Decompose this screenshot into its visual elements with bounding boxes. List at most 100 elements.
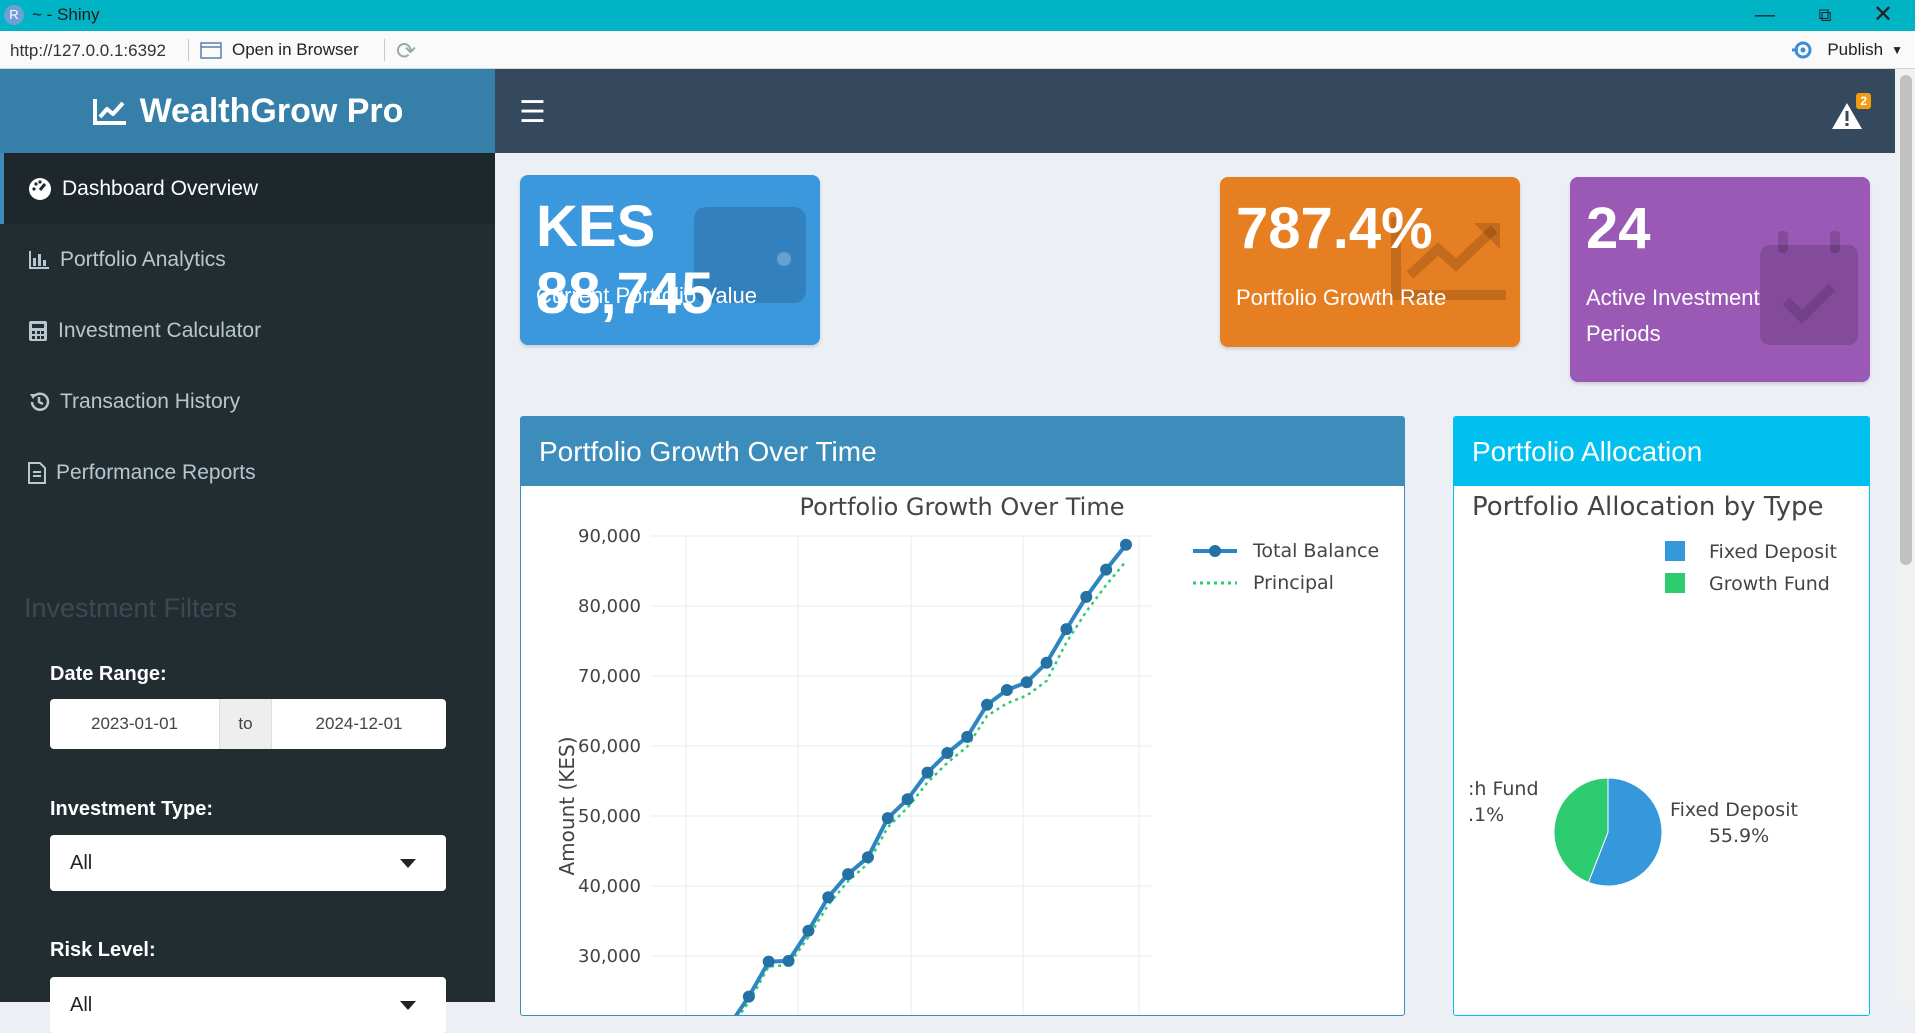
data-point: [1020, 676, 1033, 689]
sidebar-item-performance-reports[interactable]: Performance Reports: [0, 437, 495, 508]
data-point: [1120, 538, 1132, 551]
y-tick-label: 60,000: [578, 736, 641, 757]
sidebar: Dashboard Overview Portfolio Analytics I…: [0, 153, 495, 1033]
date-range-label: Date Range:: [50, 663, 167, 685]
publish-button[interactable]: Publish ▼: [1791, 40, 1903, 60]
filters-heading: Investment Filters: [24, 593, 238, 623]
window-titlebar: R ~ - Shiny — ⧉ ✕: [0, 0, 1915, 31]
page-scrollbar[interactable]: [1897, 69, 1915, 1002]
legend-label: Fixed Deposit: [1709, 541, 1837, 563]
legend-swatch: [1665, 541, 1685, 561]
value-box-value: 787.4%: [1236, 196, 1433, 261]
data-point: [861, 851, 874, 864]
data-point: [762, 955, 775, 968]
slice-percent: .1%: [1468, 804, 1504, 826]
top-navbar: ☰ 2: [495, 69, 1895, 153]
value-box-growth-rate: 787.4% Portfolio Growth Rate: [1220, 177, 1520, 347]
legend-label-principal: Principal: [1253, 572, 1334, 594]
sidebar-item-investment-calculator[interactable]: Investment Calculator: [0, 295, 495, 366]
browser-icon: [200, 42, 222, 59]
data-point: [802, 924, 815, 937]
sidebar-item-portfolio-analytics[interactable]: Portfolio Analytics: [0, 224, 495, 295]
dashboard-icon: [29, 177, 51, 200]
slice-label: Fixed Deposit: [1670, 799, 1798, 821]
investment-type-select[interactable]: All: [50, 835, 446, 891]
toolbar-divider: [188, 39, 189, 61]
sidebar-toggle-icon[interactable]: ☰: [519, 95, 546, 130]
date-range-separator: to: [220, 699, 272, 749]
value-box-portfolio-value: KES 88,745 Current Portfolio Value: [520, 175, 820, 345]
r-logo-icon: R: [4, 5, 24, 25]
value-box-subtitle-line2: Periods: [1586, 321, 1661, 346]
y-tick-label: 40,000: [578, 876, 641, 897]
data-point: [1060, 623, 1073, 636]
data-point: [742, 990, 755, 1003]
data-point: [941, 747, 954, 759]
y-tick-label: 70,000: [578, 666, 641, 687]
publish-icon: [1792, 41, 1812, 59]
data-point: [881, 812, 894, 825]
refresh-icon[interactable]: ⟳: [396, 37, 416, 66]
url-text[interactable]: http://127.0.0.1:6392: [10, 41, 166, 61]
value-box-value: 24: [1586, 196, 1651, 261]
minimize-icon[interactable]: —: [1745, 2, 1785, 28]
window-title: ~ - Shiny: [32, 5, 100, 24]
toolbar-divider: [384, 39, 385, 61]
slice-label: :h Fund: [1468, 778, 1539, 800]
growth-line-chart[interactable]: Portfolio Growth Over Time 90,000 80,000 70…: [521, 486, 1404, 1016]
risk-level-label: Risk Level:: [50, 939, 156, 961]
publish-dropdown-icon[interactable]: ▼: [1891, 43, 1903, 57]
investment-type-label: Investment Type:: [50, 798, 213, 820]
legend-label-total-balance: Total Balance: [1252, 540, 1379, 562]
line-chart-icon: [92, 99, 126, 125]
sidebar-item-transaction-history[interactable]: Transaction History: [0, 366, 495, 437]
document-icon: [28, 461, 46, 484]
value-box-active-periods: 24 Active Investment Periods: [1570, 177, 1870, 382]
open-in-browser-label: Open in Browser: [232, 40, 359, 59]
sidebar-item-label: Dashboard Overview: [62, 176, 259, 200]
allocation-pie-chart[interactable]: Portfolio Allocation by Type Fixed Deposi…: [1454, 486, 1869, 1016]
data-point: [901, 793, 914, 806]
risk-level-select[interactable]: All: [50, 977, 446, 1033]
brand-title: WealthGrow Pro: [139, 91, 404, 130]
data-point: [981, 698, 994, 711]
value-box-subtitle: Portfolio Growth Rate: [1236, 285, 1447, 310]
sidebar-item-dashboard-overview[interactable]: Dashboard Overview: [0, 153, 495, 224]
restore-icon[interactable]: ⧉: [1805, 2, 1845, 28]
main-content: KES 88,745 Current Portfolio Value 787.4…: [495, 153, 1895, 1016]
data-point: [1000, 684, 1013, 696]
notification-badge: 2: [1856, 93, 1871, 109]
calendar-check-icon: [1760, 231, 1858, 345]
bar-chart-icon: [29, 250, 49, 269]
sidebar-item-label: Performance Reports: [56, 460, 256, 484]
data-point: [1100, 563, 1113, 576]
investment-type-value: All: [70, 851, 93, 874]
allocation-box-header: Portfolio Allocation: [1454, 417, 1869, 486]
date-start-input[interactable]: 2023-01-01: [50, 699, 220, 749]
allocation-chart-box: Portfolio Allocation Portfolio Allocatio…: [1453, 416, 1870, 1016]
date-range-input: 2023-01-01 to 2024-12-01: [50, 699, 446, 749]
scrollbar-thumb[interactable]: [1900, 75, 1912, 565]
sidebar-item-label: Transaction History: [60, 389, 241, 413]
close-icon[interactable]: ✕: [1863, 2, 1903, 28]
y-tick-label: 80,000: [578, 596, 641, 617]
viewer-toolbar: http://127.0.0.1:6392 Open in Browser ⟳ …: [0, 31, 1915, 69]
sidebar-item-label: Portfolio Analytics: [60, 247, 226, 271]
open-in-browser-button[interactable]: Open in Browser: [200, 40, 359, 60]
notifications-button[interactable]: 2: [1831, 93, 1871, 133]
date-end-input[interactable]: 2024-12-01: [272, 699, 446, 749]
brand-header[interactable]: WealthGrow Pro: [0, 69, 495, 153]
series-line-total-balance: [734, 543, 1128, 1015]
sidebar-item-label: Investment Calculator: [58, 318, 262, 342]
y-tick-label: 30,000: [578, 946, 641, 967]
chevron-down-icon: [400, 859, 416, 868]
value-box-subtitle-line1: Active Investment: [1586, 285, 1760, 310]
growth-chart-box: Portfolio Growth Over Time Portfolio Gro…: [520, 416, 1405, 1016]
legend-swatch: [1665, 573, 1685, 593]
publish-label: Publish: [1827, 40, 1884, 59]
chevron-down-icon: [400, 1001, 416, 1010]
data-point: [1040, 656, 1053, 669]
history-icon: [30, 392, 50, 411]
data-point: [961, 730, 974, 743]
y-tick-label: 50,000: [578, 806, 641, 827]
